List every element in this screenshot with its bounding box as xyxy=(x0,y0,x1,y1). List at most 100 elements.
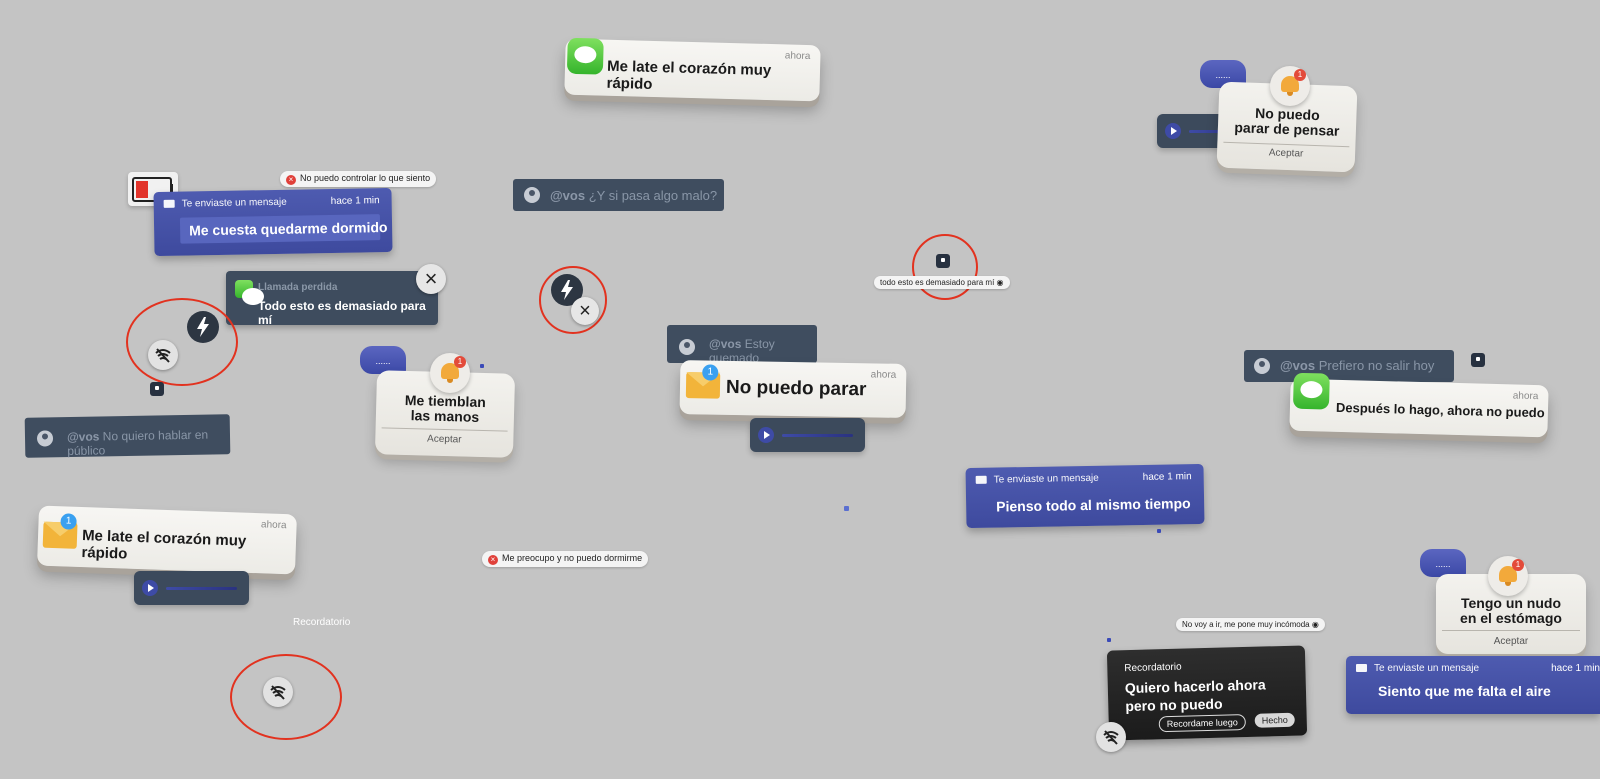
decor-dot xyxy=(1157,529,1161,533)
pill-text: Me preocupo y no puedo dormirme xyxy=(502,553,643,563)
mention-bar[interactable]: @vos ¿Y si pasa algo malo? xyxy=(513,179,724,211)
accept-button[interactable]: Aceptar xyxy=(1217,146,1355,162)
notification-header: Te enviaste un mensaje xyxy=(975,473,1099,486)
notification-time: hace 1 min xyxy=(1142,471,1192,483)
imessage-card[interactable]: ahora Me late el corazón muy rápido xyxy=(564,37,821,102)
messages-app-icon xyxy=(1292,372,1330,410)
mention-handle: @vos xyxy=(709,337,742,351)
reminder-label: Recordatorio xyxy=(1124,661,1182,675)
play-button[interactable] xyxy=(1165,123,1181,139)
error-pill: × Me preocupo y no puedo dormirme xyxy=(482,551,649,567)
card-text: Me late el corazón muy rápido xyxy=(81,527,247,563)
mention-handle: @vos xyxy=(1280,358,1316,373)
bell-icon: 1 xyxy=(430,353,470,393)
card-time: ahora xyxy=(260,519,287,532)
play-button[interactable] xyxy=(758,427,774,443)
reminder-line-1: Quiero hacerlo ahora xyxy=(1124,676,1266,697)
messages-app-icon xyxy=(235,280,264,305)
error-icon: × xyxy=(286,175,296,185)
mention-bar[interactable]: @vos Prefiero no salir hoy xyxy=(1244,350,1454,382)
card-time: ahora xyxy=(1512,390,1539,403)
close-icon[interactable]: × xyxy=(416,264,446,294)
alert-line-2: las manos xyxy=(410,407,480,425)
notification-time: hace 1 min xyxy=(1551,663,1600,674)
done-button[interactable]: Hecho xyxy=(1254,712,1295,728)
alert-line-2: en el estómago xyxy=(1460,610,1562,626)
accept-button[interactable]: Aceptar xyxy=(375,432,513,447)
imessage-card[interactable]: ahora Después lo hago, ahora no puedo xyxy=(1289,372,1549,438)
eye-icon: ◉ xyxy=(1311,620,1319,629)
user-avatar xyxy=(36,430,54,447)
mention-text: Prefiero no salir hoy xyxy=(1318,358,1435,373)
audio-progress xyxy=(166,587,237,590)
wifi-off-icon[interactable] xyxy=(1096,722,1126,752)
decor-dot xyxy=(844,506,849,511)
reminder-card[interactable]: Recordatorio Quiero hacerlo ahora pero n… xyxy=(1106,645,1308,741)
seen-pill: todo esto es demasiado para mí ◉ xyxy=(874,276,1010,289)
bell-icon: 1 xyxy=(1270,66,1310,106)
notification-header: Te enviaste un mensaje xyxy=(1356,663,1479,674)
missed-call-label: Llamada perdida xyxy=(258,282,338,293)
message-notification[interactable]: Te enviaste un mensaje hace 1 min Me cue… xyxy=(153,187,393,257)
envelope-icon xyxy=(1356,664,1367,672)
seen-pill: No voy a ir, me pone muy incómoda ◉ xyxy=(1176,618,1325,631)
notification-header: Te enviaste un mensaje xyxy=(163,197,287,210)
card-time: ahora xyxy=(870,369,897,381)
download-icon[interactable] xyxy=(1471,353,1485,367)
reminder-line-2: pero no puedo xyxy=(1125,695,1223,715)
alert-line-1: Tengo un nudo xyxy=(1460,595,1562,611)
pill-text: No puedo controlar lo que siento xyxy=(300,173,431,183)
notification-time: hace 1 min xyxy=(330,195,380,207)
error-pill: × No puedo controlar lo que siento xyxy=(280,171,437,187)
error-icon: × xyxy=(488,555,498,565)
audio-progress xyxy=(782,434,853,437)
reminder-floating-label: Recordatorio xyxy=(293,617,351,628)
accept-button[interactable]: Aceptar xyxy=(1436,636,1586,647)
notification-text: Siento que me falta el aire xyxy=(1378,683,1551,699)
play-button[interactable] xyxy=(142,580,158,596)
mail-card[interactable]: 1 ahora No puedo parar xyxy=(679,360,907,418)
message-notification[interactable]: Te enviaste un mensaje hace 1 min Pienso… xyxy=(965,463,1205,529)
bell-badge: 1 xyxy=(1294,69,1306,81)
alert-line-2: parar de pensar xyxy=(1234,119,1340,139)
decor-dot xyxy=(480,364,484,368)
pill-text: todo esto es demasiado para mí xyxy=(880,278,995,287)
bell-badge: 1 xyxy=(454,356,466,368)
card-text: Me late el corazón muy rápido xyxy=(606,57,772,93)
bell-icon: 1 xyxy=(1488,556,1528,596)
mention-handle: @vos xyxy=(66,429,100,445)
user-avatar xyxy=(679,339,695,355)
user-avatar xyxy=(1254,358,1270,374)
card-text: No puedo parar xyxy=(725,376,867,401)
notification-text: Pienso todo al mismo tiempo xyxy=(996,495,1191,515)
audio-player[interactable] xyxy=(750,418,865,452)
mention-handle: @vos xyxy=(550,188,586,203)
envelope-icon xyxy=(975,475,987,484)
highlight-ring xyxy=(126,298,238,386)
bell-badge: 1 xyxy=(1512,559,1524,571)
wifi-off-icon[interactable] xyxy=(148,340,178,370)
missed-call-notification[interactable]: Llamada perdida Todo esto es demasiado p… xyxy=(226,271,438,327)
mention-bar[interactable]: @vos No quiero hablar en público xyxy=(24,414,231,458)
mention-text: ¿Y si pasa algo malo? xyxy=(588,188,718,203)
user-avatar xyxy=(524,187,540,203)
missed-call-text: Todo esto es demasiado para mí xyxy=(258,299,426,327)
mention-bar[interactable]: @vos Estoy quemado xyxy=(667,325,817,365)
download-icon[interactable] xyxy=(150,382,164,396)
remind-later-button[interactable]: Recordame luego xyxy=(1158,713,1247,733)
decor-dot xyxy=(1107,638,1111,642)
envelope-icon xyxy=(163,199,175,208)
close-icon[interactable]: × xyxy=(571,297,599,325)
message-notification[interactable]: Te enviaste un mensaje hace 1 min Siento… xyxy=(1346,656,1600,714)
audio-player[interactable] xyxy=(134,571,249,605)
messages-app-icon xyxy=(566,37,604,75)
wifi-off-icon[interactable] xyxy=(263,677,293,707)
download-icon[interactable] xyxy=(936,254,950,268)
eye-icon: ◉ xyxy=(996,278,1004,287)
mail-card[interactable]: 1 ahora Me late el corazón muy rápido xyxy=(37,505,297,575)
card-text: Después lo hago, ahora no puedo xyxy=(1335,399,1545,421)
lightning-icon[interactable] xyxy=(187,311,219,343)
pill-text: No voy a ir, me pone muy incómoda xyxy=(1182,620,1310,629)
card-time: ahora xyxy=(784,50,811,63)
typing-bubble: ...... xyxy=(1420,549,1466,577)
